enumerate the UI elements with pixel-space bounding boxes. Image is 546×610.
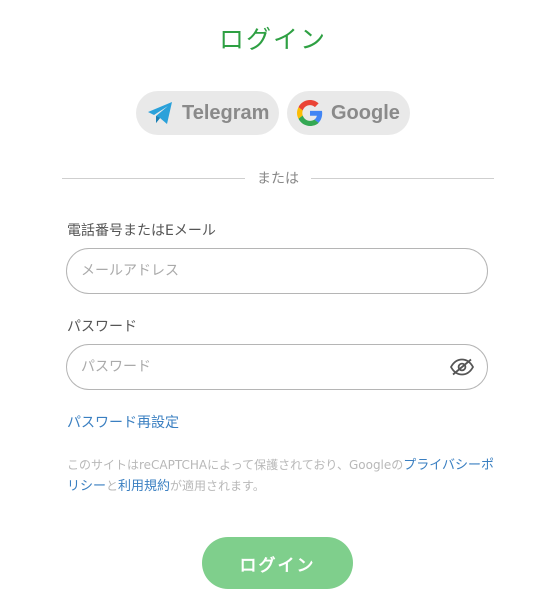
email-field-wrapper xyxy=(66,248,488,294)
password-field[interactable] xyxy=(79,358,449,376)
telegram-icon xyxy=(146,99,174,127)
google-icon xyxy=(297,99,323,127)
notice-prefix: このサイトはreCAPTCHAによって保護されており、Googleの xyxy=(67,458,404,472)
email-label: 電話番号またはEメール xyxy=(67,223,216,239)
divider-text: または xyxy=(257,171,299,187)
google-label: Google xyxy=(331,101,400,124)
page-title: ログイン xyxy=(218,25,327,54)
password-label: パスワード xyxy=(67,319,137,335)
login-button[interactable]: ログイン xyxy=(202,537,353,589)
terms-link[interactable]: 利用規約 xyxy=(118,479,170,494)
eye-off-icon[interactable] xyxy=(449,357,475,377)
recaptcha-notice: このサイトはreCAPTCHAによって保護されており、Googleのプライバシー… xyxy=(67,455,497,497)
password-reset-link[interactable]: パスワード再設定 xyxy=(67,412,179,432)
notice-middle: と xyxy=(106,479,119,493)
google-login-button[interactable]: Google xyxy=(287,91,410,135)
telegram-login-button[interactable]: Telegram xyxy=(136,91,279,135)
social-login-row: Telegram Google xyxy=(0,91,546,135)
divider-line-left xyxy=(62,177,245,179)
telegram-label: Telegram xyxy=(182,101,270,124)
or-divider: または xyxy=(62,168,494,188)
notice-suffix: が適用されます。 xyxy=(170,479,265,493)
password-field-wrapper xyxy=(66,344,488,390)
email-field[interactable] xyxy=(79,262,475,280)
divider-line-right xyxy=(311,177,494,179)
